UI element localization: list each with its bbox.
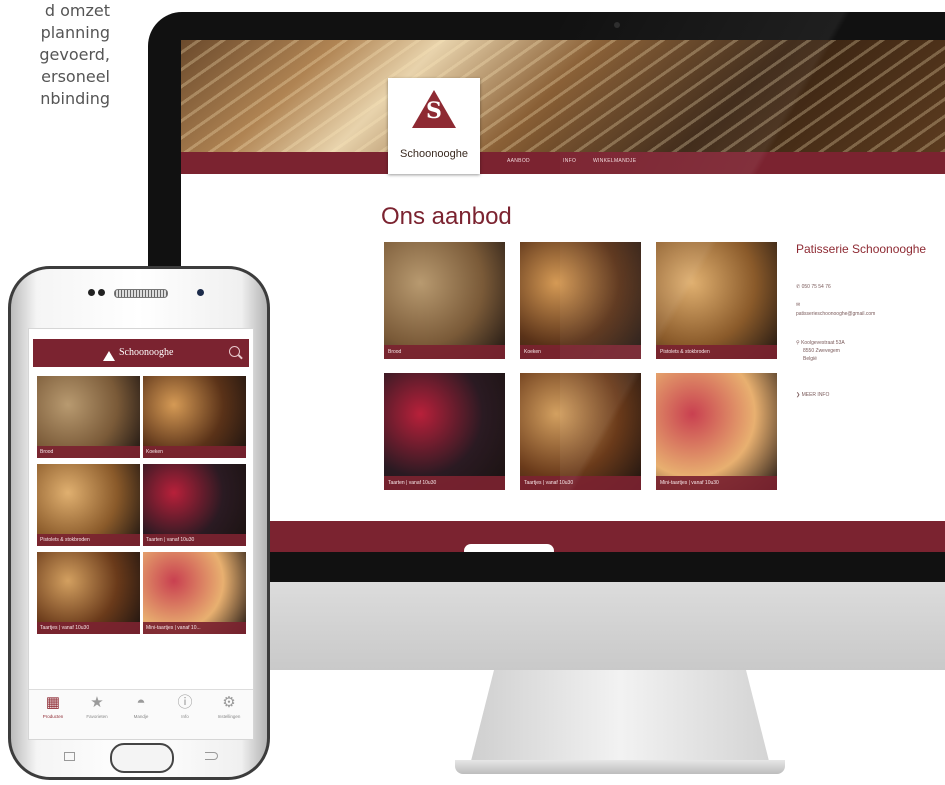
intro-text: d omzet planning gevoerd, ersoneel nbind… [0, 0, 110, 110]
tab-producten[interactable]: ▦ Producten [31, 694, 75, 719]
site-logo[interactable]: S Schoonooghe [388, 78, 480, 174]
logo-letter: S [426, 98, 442, 124]
more-info-label: MEER INFO [801, 392, 830, 398]
home-button[interactable] [110, 743, 174, 773]
gear-icon: ⚙ [222, 694, 236, 711]
address-country: België [803, 356, 817, 362]
grid-icon: ▦ [45, 694, 61, 711]
mobile-product-tile[interactable]: Mini-taartjes | vanaf 10... [143, 552, 246, 634]
tab-label: Instellingen [217, 714, 241, 719]
mobile-product-tile[interactable]: Koeken [143, 376, 246, 458]
product-label: Pistolets & stokbroden [656, 345, 777, 359]
product-tile[interactable]: Taarten | vanaf 10u30 [384, 373, 505, 490]
product-photo [656, 373, 777, 490]
shop-phone[interactable]: ✆ 050 75 54 76 [796, 284, 831, 290]
nav-aanbod[interactable]: AANBOD [507, 158, 530, 164]
sensor-dot [98, 289, 105, 296]
imac-stand [470, 670, 770, 765]
recent-apps-key[interactable] [64, 752, 75, 761]
info-icon: ⓘ [177, 694, 193, 711]
product-label: Koeken [143, 446, 246, 458]
mobile-product-tile[interactable]: Taartjes | vanaf 10u30 [37, 552, 140, 634]
tab-label: Favorieten [86, 714, 108, 719]
mobile-product-tile[interactable]: Pistolets & stokbroden [37, 464, 140, 546]
product-photo [656, 242, 777, 359]
app-header: Schoonooghe [33, 339, 249, 367]
product-label: Taartjes | vanaf 10u30 [37, 622, 140, 634]
tab-mandje[interactable]: ◓ Mandje [119, 694, 163, 719]
intro-line: gevoerd, [39, 45, 110, 64]
imac-stand-base [455, 760, 785, 774]
product-tile[interactable]: Koeken [520, 242, 641, 359]
tab-label: Producten [42, 714, 64, 719]
back-key[interactable] [205, 752, 218, 760]
product-label: Koeken [520, 345, 641, 359]
envelope-icon: ✉ [796, 302, 801, 308]
basket-icon: ◓ [136, 694, 146, 711]
desktop-website: S Schoonooghe AANBOD INFO WINKELMANDJE O… [181, 40, 945, 552]
address-city: 8550 Zwevegem [803, 348, 840, 354]
footer-button[interactable] [464, 544, 554, 552]
intro-line: d omzet [44, 1, 110, 20]
page-title: Ons aanbod [381, 203, 512, 230]
nav-info[interactable]: INFO [563, 158, 576, 164]
product-label: Pistolets & stokbroden [37, 534, 140, 546]
mobile-app: Schoonooghe Brood Koeken Pistolets & sto… [28, 328, 254, 740]
product-label: Taarten | vanaf 10u30 [384, 476, 505, 490]
product-tile[interactable]: Pistolets & stokbroden [656, 242, 777, 359]
intro-line: ersoneel [41, 67, 110, 86]
product-label: Taarten | vanaf 10u30 [143, 534, 246, 546]
app-logo-text: Schoonooghe [119, 347, 174, 358]
product-label: Mini-taartjes | vanaf 10... [143, 622, 246, 634]
product-label: Taartjes | vanaf 10u30 [520, 476, 641, 490]
intro-line: planning [40, 23, 110, 42]
product-photo [520, 242, 641, 359]
site-footer [181, 521, 945, 552]
product-label: Brood [384, 345, 505, 359]
tab-instellingen[interactable]: ⚙ Instellingen [207, 694, 251, 719]
star-icon: ★ [90, 694, 104, 711]
product-photo [384, 373, 505, 490]
product-tile[interactable]: Brood [384, 242, 505, 359]
bottom-tab-bar: ▦ Producten ★ Favorieten ◓ Mandje ⓘ Info… [29, 689, 253, 739]
phone-value: 050 75 54 76 [801, 284, 831, 290]
search-icon[interactable] [229, 346, 240, 357]
camera-dot [614, 22, 620, 28]
mobile-product-tile[interactable]: Taarten | vanaf 10u30 [143, 464, 246, 546]
product-tile[interactable]: Mini-taartjes | vanaf 10u30 [656, 373, 777, 490]
product-label: Brood [37, 446, 140, 458]
product-photo [520, 373, 641, 490]
intro-line: nbinding [40, 89, 110, 108]
wheat-pattern [181, 40, 945, 152]
logo-name: Schoonooghe [400, 148, 468, 160]
shop-address-line: ⚲ Koolgevestraat 53A [796, 340, 845, 346]
sensor-dot [88, 289, 95, 296]
tab-label: Mandje [133, 714, 149, 719]
front-camera [197, 289, 204, 296]
tab-favorieten[interactable]: ★ Favorieten [75, 694, 119, 719]
product-label: Mini-taartjes | vanaf 10u30 [656, 476, 777, 490]
address-street: Koolgevestraat 53A [801, 340, 845, 346]
tab-info[interactable]: ⓘ Info [163, 694, 207, 719]
more-info-link[interactable]: ❯ MEER INFO [796, 392, 829, 398]
earpiece-speaker [114, 289, 168, 298]
logo-triangle-icon [103, 351, 115, 361]
nav-winkelmandje[interactable]: WINKELMANDJE [593, 158, 636, 164]
shop-name: Patisserie Schoonooghe [796, 242, 927, 256]
tab-label: Info [181, 714, 189, 719]
shop-email[interactable]: patisserieschoonooghe@gmail.com [796, 311, 875, 317]
mobile-product-tile[interactable]: Brood [37, 376, 140, 458]
product-photo [384, 242, 505, 359]
product-tile[interactable]: Taartjes | vanaf 10u30 [520, 373, 641, 490]
